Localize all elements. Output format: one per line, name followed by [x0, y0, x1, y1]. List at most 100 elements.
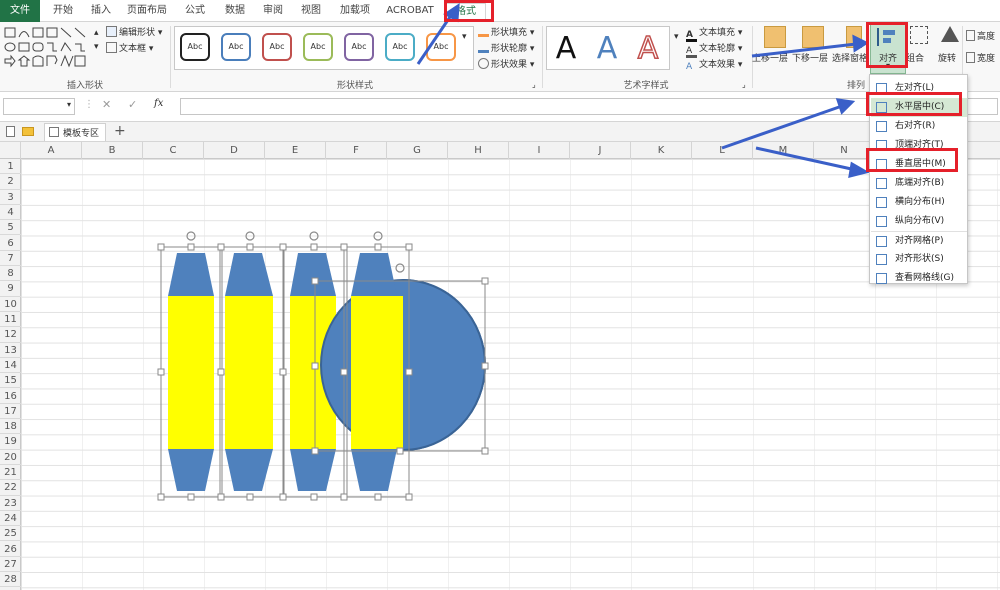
column-header-I[interactable]: I: [509, 142, 570, 159]
tab-home[interactable]: 开始: [48, 3, 78, 21]
shape-style-more[interactable]: ▾: [462, 30, 467, 44]
row-header-18[interactable]: 18: [0, 419, 21, 435]
row-header-14[interactable]: 14: [0, 358, 21, 374]
row-header-15[interactable]: 15: [0, 373, 21, 389]
text-box-button[interactable]: 文本框 ▾: [106, 42, 153, 56]
shape-style-4[interactable]: Abc: [303, 33, 333, 61]
shape-style-7[interactable]: Abc: [426, 33, 456, 61]
wordart-style-outline[interactable]: A: [631, 30, 665, 68]
row-header-16[interactable]: 16: [0, 389, 21, 404]
shape-style-5[interactable]: Abc: [344, 33, 374, 61]
row-header-7[interactable]: 7: [0, 251, 21, 267]
row-header-17[interactable]: 17: [0, 404, 21, 420]
text-outline-button[interactable]: A 文本轮廓 ▾: [686, 42, 742, 58]
tab-data[interactable]: 数据: [220, 3, 250, 21]
column-header-M[interactable]: M: [753, 142, 814, 159]
row-header-24[interactable]: 24: [0, 511, 21, 527]
shape-style-3[interactable]: Abc: [262, 33, 292, 61]
text-fill-button[interactable]: A 文本填充 ▾: [686, 26, 742, 42]
row-header-1[interactable]: 1: [0, 159, 21, 175]
shape-style-1[interactable]: Abc: [180, 33, 210, 61]
row-header-4[interactable]: 4: [0, 205, 21, 221]
wordart-more[interactable]: ▾: [674, 30, 679, 44]
row-header-9[interactable]: 9: [0, 281, 21, 297]
row-header-11[interactable]: 11: [0, 312, 21, 328]
rotate-button[interactable]: [936, 24, 964, 44]
column-header-E[interactable]: E: [265, 142, 326, 159]
shape-gallery-more[interactable]: ▾: [94, 40, 99, 54]
column-header-H[interactable]: H: [448, 142, 509, 159]
row-header-28[interactable]: 28: [0, 572, 21, 588]
row-header-20[interactable]: 20: [0, 450, 21, 465]
shape-gallery-scroll[interactable]: ▴: [94, 26, 99, 40]
row-header-27[interactable]: 27: [0, 557, 21, 573]
column-header-G[interactable]: G: [387, 142, 448, 159]
column-header-C[interactable]: C: [143, 142, 204, 159]
row-header-5[interactable]: 5: [0, 220, 21, 236]
column-header-J[interactable]: J: [570, 142, 631, 159]
align-menu-item-8[interactable]: 对齐网格(P): [871, 231, 967, 250]
shape-fill-button[interactable]: 形状填充 ▾: [478, 26, 534, 40]
insert-function-icon[interactable]: fx: [154, 98, 163, 109]
wordart-style-black[interactable]: A: [549, 30, 583, 68]
row-header-19[interactable]: 19: [0, 434, 21, 450]
wordart-dialog-launcher[interactable]: ⌟: [742, 78, 746, 92]
align-menu-item-10[interactable]: 查看网格线(G): [871, 269, 967, 288]
add-tab-button[interactable]: +: [114, 123, 126, 139]
tab-acrobat[interactable]: ACROBAT: [382, 3, 438, 21]
align-menu-item-5[interactable]: 底端对齐(B): [871, 174, 967, 193]
column-header-F[interactable]: F: [326, 142, 387, 159]
shape-style-6[interactable]: Abc: [385, 33, 415, 61]
column-header-L[interactable]: L: [692, 142, 753, 159]
send-backward-button[interactable]: [794, 24, 832, 50]
row-header-12[interactable]: 12: [0, 327, 21, 343]
name-box-dropdown-icon[interactable]: ▾: [67, 100, 71, 109]
shape-gallery[interactable]: [3, 26, 99, 72]
template-zone-tab[interactable]: 模板专区: [44, 123, 106, 141]
shape-width-field[interactable]: 宽度: [966, 52, 995, 66]
row-header-22[interactable]: 22: [0, 480, 21, 496]
row-header-8[interactable]: 8: [0, 266, 21, 282]
shape-styles-dialog-launcher[interactable]: ⌟: [532, 78, 536, 92]
row-header-23[interactable]: 23: [0, 496, 21, 511]
align-menu-item-6[interactable]: 横向分布(H): [871, 193, 967, 212]
row-header-13[interactable]: 13: [0, 343, 21, 358]
tab-formulas[interactable]: 公式: [180, 3, 210, 21]
cancel-icon[interactable]: ✕: [102, 98, 111, 111]
bring-forward-button[interactable]: [756, 24, 794, 50]
text-effects-button[interactable]: A 文本效果 ▾: [686, 58, 742, 73]
tab-addins[interactable]: 加载项: [336, 3, 374, 21]
tab-file[interactable]: 文件: [0, 0, 40, 22]
edit-shape-button[interactable]: 编辑形状 ▾: [106, 26, 162, 40]
folder-icon[interactable]: [22, 127, 34, 136]
new-document-icon[interactable]: [6, 126, 15, 137]
shape-height-field[interactable]: 高度: [966, 30, 995, 44]
worksheet-grid[interactable]: [21, 159, 1000, 590]
row-header-3[interactable]: 3: [0, 190, 21, 205]
tab-review[interactable]: 审阅: [258, 3, 288, 21]
align-menu-item-9[interactable]: 对齐形状(S): [871, 250, 967, 269]
name-box[interactable]: ▾: [3, 98, 75, 115]
column-header-D[interactable]: D: [204, 142, 265, 159]
shape-outline-button[interactable]: 形状轮廓 ▾: [478, 42, 534, 56]
row-header-25[interactable]: 25: [0, 526, 21, 542]
tab-insert[interactable]: 插入: [86, 3, 116, 21]
shape-effects-button[interactable]: 形状效果 ▾: [478, 58, 534, 72]
align-menu-item-2[interactable]: 右对齐(R): [871, 117, 967, 136]
tab-view[interactable]: 视图: [296, 3, 326, 21]
column-header-B[interactable]: B: [82, 142, 143, 159]
select-all-corner[interactable]: [0, 142, 21, 159]
row-header-2[interactable]: 2: [0, 174, 21, 190]
row-header-26[interactable]: 26: [0, 542, 21, 557]
column-header-A[interactable]: A: [21, 142, 82, 159]
shape-style-2[interactable]: Abc: [221, 33, 251, 61]
wordart-style-blue[interactable]: A: [590, 30, 624, 68]
confirm-icon[interactable]: ✓: [128, 98, 137, 111]
row-header-21[interactable]: 21: [0, 465, 21, 481]
align-menu-item-7[interactable]: 纵向分布(V): [871, 212, 967, 231]
tab-page-layout[interactable]: 页面布局: [124, 3, 170, 21]
column-header-K[interactable]: K: [631, 142, 692, 159]
group-button[interactable]: [904, 24, 934, 46]
row-header-10[interactable]: 10: [0, 297, 21, 312]
row-header-6[interactable]: 6: [0, 236, 21, 251]
